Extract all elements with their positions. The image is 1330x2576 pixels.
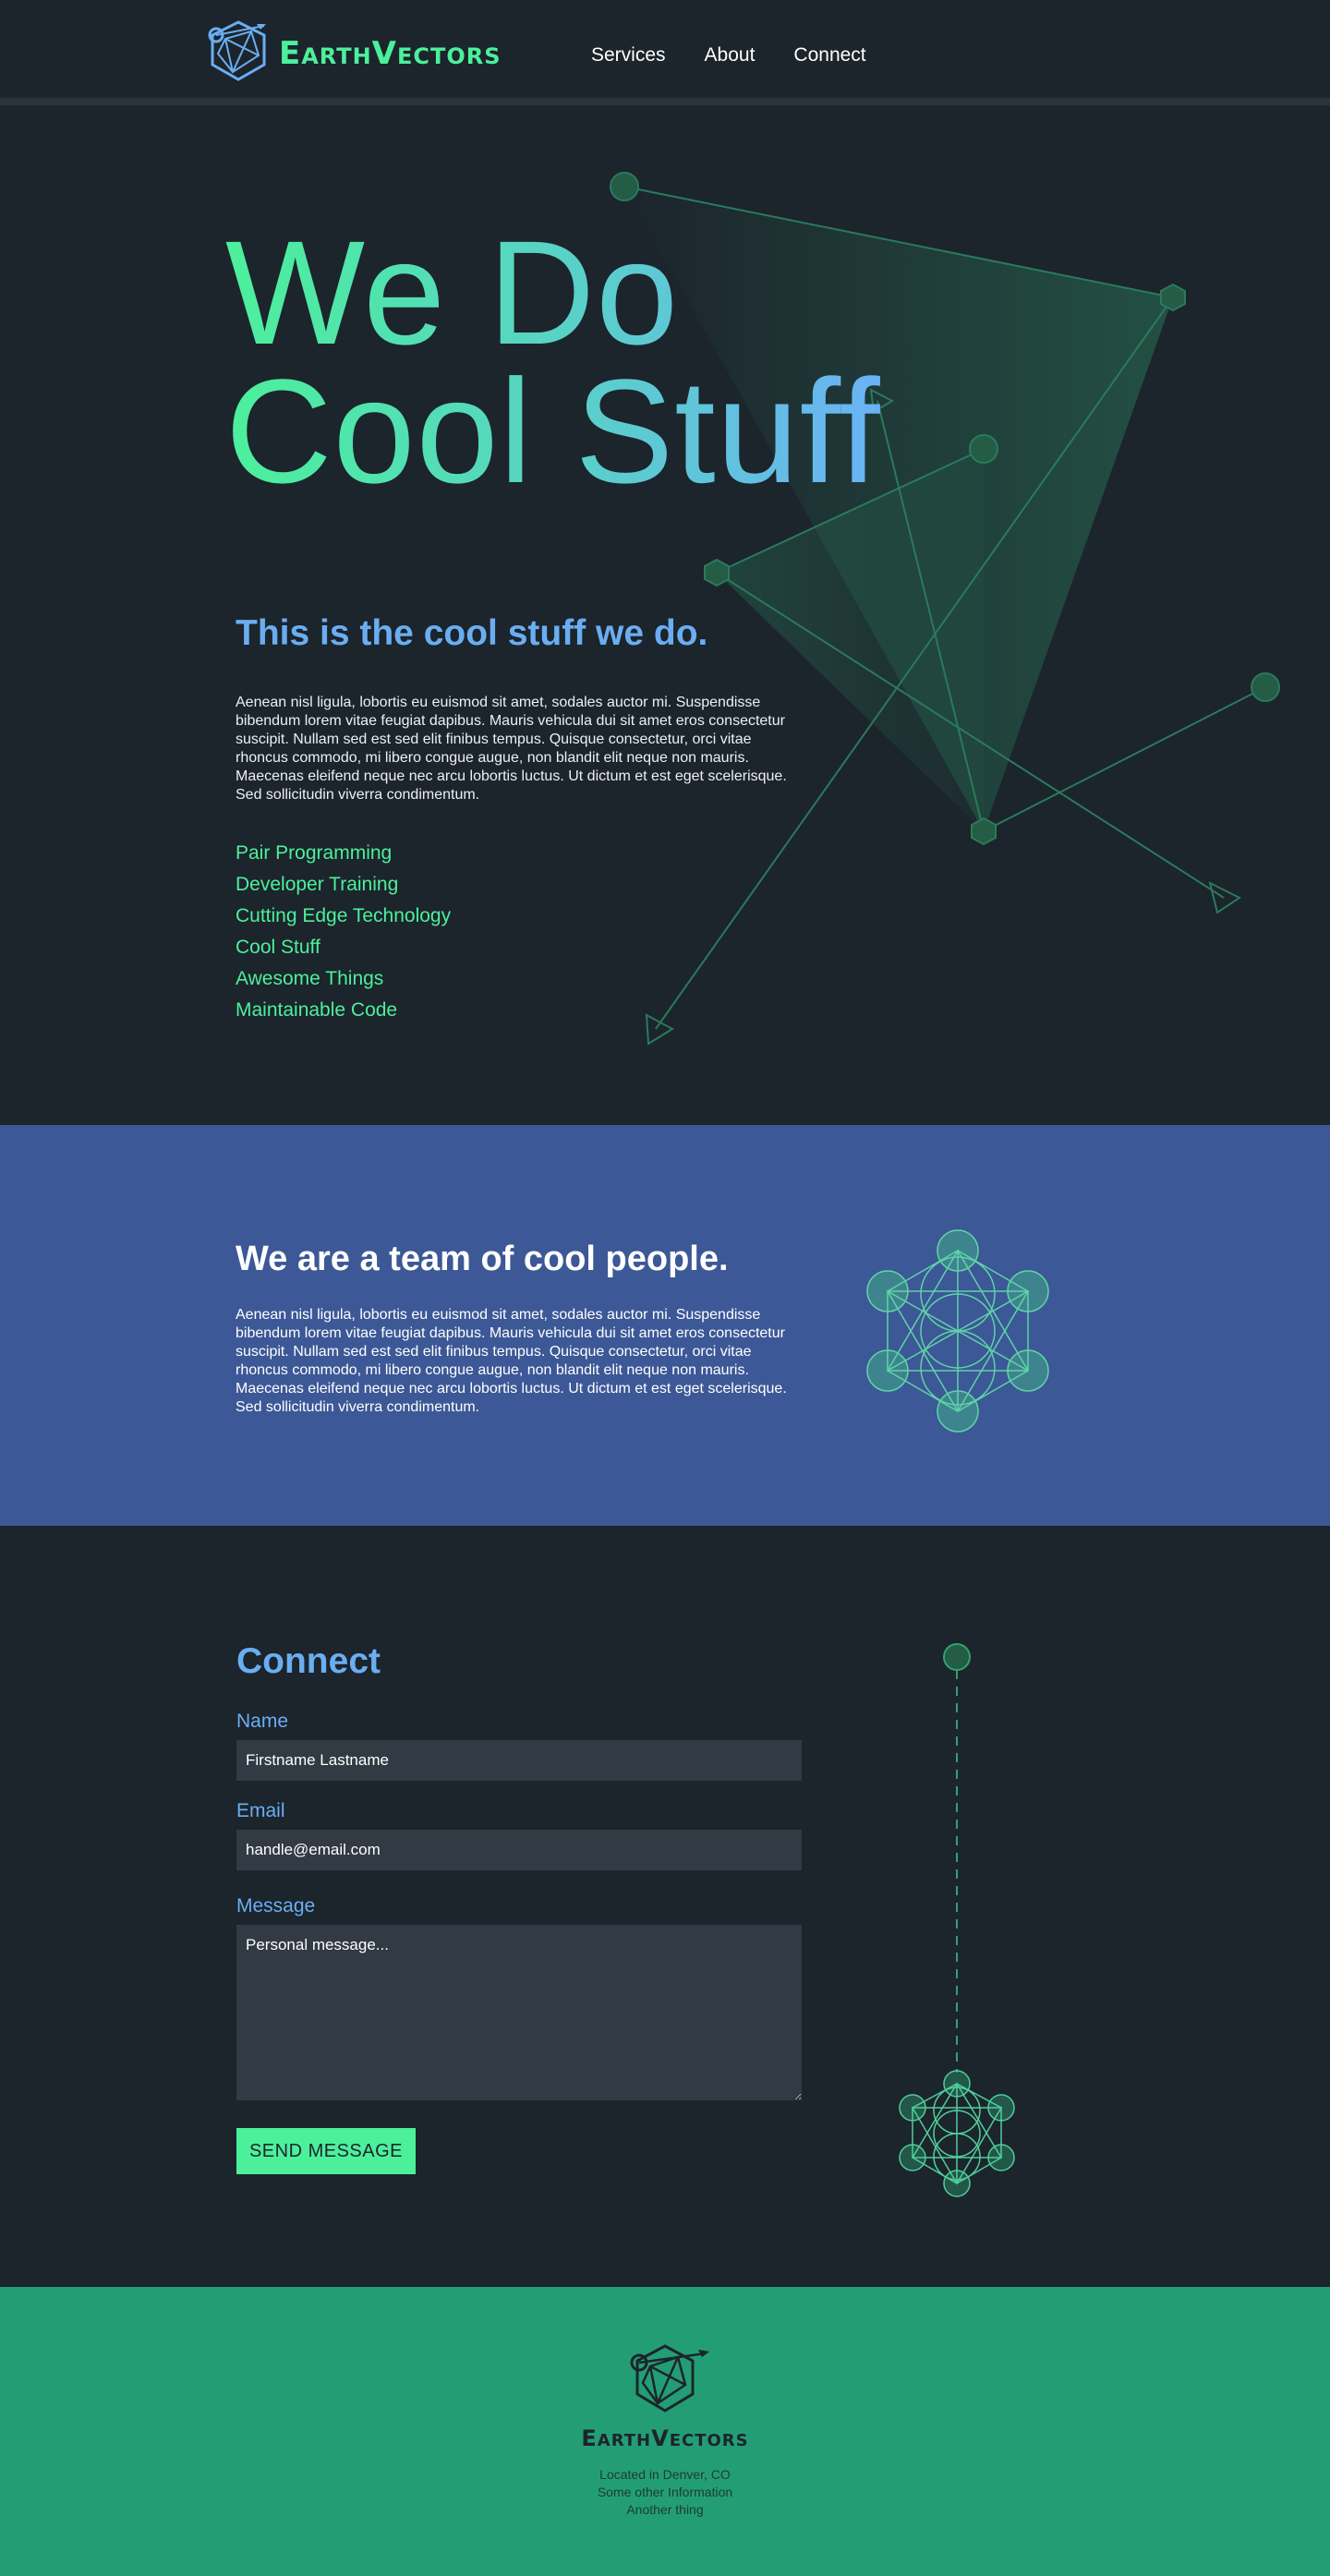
footer-line: Some other Information bbox=[597, 2485, 733, 2499]
metatron-cube-icon bbox=[866, 1229, 1049, 1433]
service-item: Awesome Things bbox=[236, 968, 384, 989]
site-footer: EARTHVECTORS Located in Denver, CO Some … bbox=[0, 2287, 1330, 2576]
service-item: Cool Stuff bbox=[236, 937, 320, 958]
hero-paragraph: Aenean nisl ligula, lobortis eu euismod … bbox=[236, 695, 787, 803]
hero-title-line-2: Cool Stuff bbox=[225, 348, 881, 514]
hero-title: We Do Cool Stuff bbox=[225, 224, 881, 501]
nav-connect[interactable]: Connect bbox=[793, 44, 865, 67]
name-label: Name bbox=[236, 1711, 289, 1732]
team-section: We are a team of cool people. Aenean nis… bbox=[0, 1125, 1330, 1526]
site-header: EARTHVECTORS Services About Connect bbox=[0, 0, 1330, 105]
brand-wordmark: EARTHVECTORS bbox=[279, 35, 502, 72]
footer-line: Another thing bbox=[626, 2502, 704, 2517]
name-field[interactable] bbox=[236, 1740, 802, 1781]
service-item: Developer Training bbox=[236, 874, 399, 895]
earthvectors-logo-icon bbox=[208, 20, 266, 81]
pendulum-graphic bbox=[899, 1643, 1015, 2197]
send-message-button[interactable]: SEND MESSAGE bbox=[236, 2128, 416, 2174]
brand-logo[interactable]: EARTHVECTORS bbox=[205, 18, 502, 89]
earthvectors-footer-logo-icon bbox=[630, 2344, 709, 2413]
hero-title-line-1: We Do bbox=[225, 210, 680, 375]
connect-title: Connect bbox=[236, 1641, 381, 1681]
hero-subtitle: This is the cool stuff we do. bbox=[236, 613, 708, 653]
services-list: Pair Programming Developer Training Cutt… bbox=[236, 838, 451, 1026]
message-label: Message bbox=[236, 1895, 316, 1917]
nav-about[interactable]: About bbox=[705, 44, 756, 67]
message-field[interactable]: Personal message... bbox=[236, 1925, 802, 2100]
nav-services[interactable]: Services bbox=[591, 44, 666, 67]
footer-info: Located in Denver, CO Some other Informa… bbox=[0, 2466, 1330, 2519]
service-item: Maintainable Code bbox=[236, 999, 398, 1021]
service-item: Cutting Edge Technology bbox=[236, 905, 452, 926]
team-paragraph: Aenean nisl ligula, lobortis eu euismod … bbox=[236, 1307, 787, 1415]
footer-wordmark: EARTHVECTORS bbox=[581, 2425, 749, 2451]
connect-section: Connect Name Email Message Personal mess… bbox=[0, 1526, 1330, 2287]
service-item: Pair Programming bbox=[236, 842, 393, 864]
main-nav: Services About Connect bbox=[591, 44, 905, 67]
footer-line: Located in Denver, CO bbox=[599, 2467, 731, 2482]
team-title: We are a team of cool people. bbox=[236, 1240, 729, 1278]
email-label: Email bbox=[236, 1800, 285, 1821]
email-field[interactable] bbox=[236, 1830, 802, 1870]
hero-section: We Do Cool Stuff This is the cool stuff … bbox=[0, 105, 1330, 1125]
